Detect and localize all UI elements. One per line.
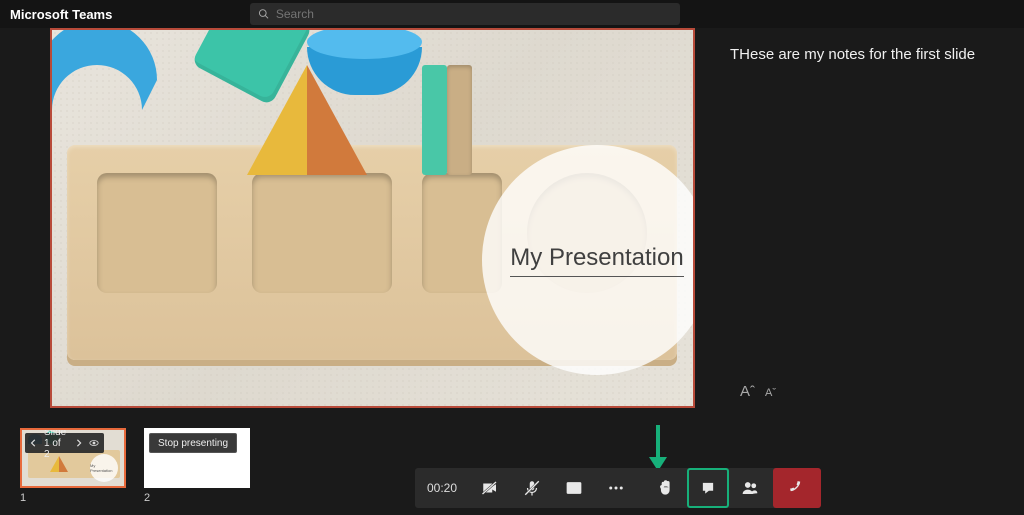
- mini-title: My Presentation: [90, 454, 118, 482]
- slide-nav-overlay: Slide 1 of 2: [25, 433, 104, 453]
- title-circle: My Presentation: [482, 145, 695, 375]
- share-button[interactable]: [553, 468, 595, 508]
- meeting-stage: My Presentation THese are my notes for t…: [0, 28, 1024, 515]
- decrease-font-button[interactable]: Aˇ: [765, 387, 776, 399]
- chat-button[interactable]: [687, 468, 729, 508]
- more-button[interactable]: [595, 468, 637, 508]
- font-size-controls: Aˆ Aˇ: [740, 383, 776, 400]
- view-icon[interactable]: [89, 438, 99, 448]
- search-box[interactable]: [250, 3, 680, 25]
- participants-button[interactable]: [729, 468, 771, 508]
- triangle-slot: [252, 173, 392, 293]
- thumbnail-1[interactable]: My Presentation Slide 1 of 2 1: [20, 428, 126, 504]
- hangup-button[interactable]: [773, 468, 821, 508]
- raise-hand-button[interactable]: [645, 468, 687, 508]
- top-bar: Microsoft Teams: [0, 0, 1024, 28]
- search-icon: [258, 8, 270, 20]
- camera-button[interactable]: [469, 468, 511, 508]
- mic-button[interactable]: [511, 468, 553, 508]
- search-input[interactable]: [276, 7, 673, 21]
- presenter-notes-pane: THese are my notes for the first slide: [730, 46, 1020, 416]
- presented-slide: My Presentation: [50, 28, 695, 408]
- square-slot: [97, 173, 217, 293]
- notes-text: THese are my notes for the first slide: [730, 46, 1020, 63]
- thumbnail-2[interactable]: Stop presenting 2: [144, 428, 250, 504]
- stop-presenting-button[interactable]: Stop presenting: [149, 433, 237, 453]
- teal-rectangle-piece: [422, 65, 447, 175]
- prev-slide-button[interactable]: [30, 438, 38, 448]
- blue-arc-shape: [50, 28, 172, 140]
- triangle-piece: [247, 65, 367, 175]
- wood-rectangle-piece: [447, 65, 472, 175]
- next-slide-button[interactable]: [75, 438, 83, 448]
- slide-counter: Slide 1 of 2: [44, 428, 69, 460]
- app-title: Microsoft Teams: [10, 7, 112, 22]
- thumb-number: 2: [144, 492, 250, 504]
- increase-font-button[interactable]: Aˆ: [740, 383, 755, 400]
- call-control-bar: 00:20: [415, 468, 821, 508]
- thumb-number: 1: [20, 492, 126, 504]
- call-timer: 00:20: [415, 468, 469, 508]
- slide-thumbnails: My Presentation Slide 1 of 2 1 Stop pres…: [20, 428, 250, 504]
- slide-title: My Presentation: [510, 244, 683, 277]
